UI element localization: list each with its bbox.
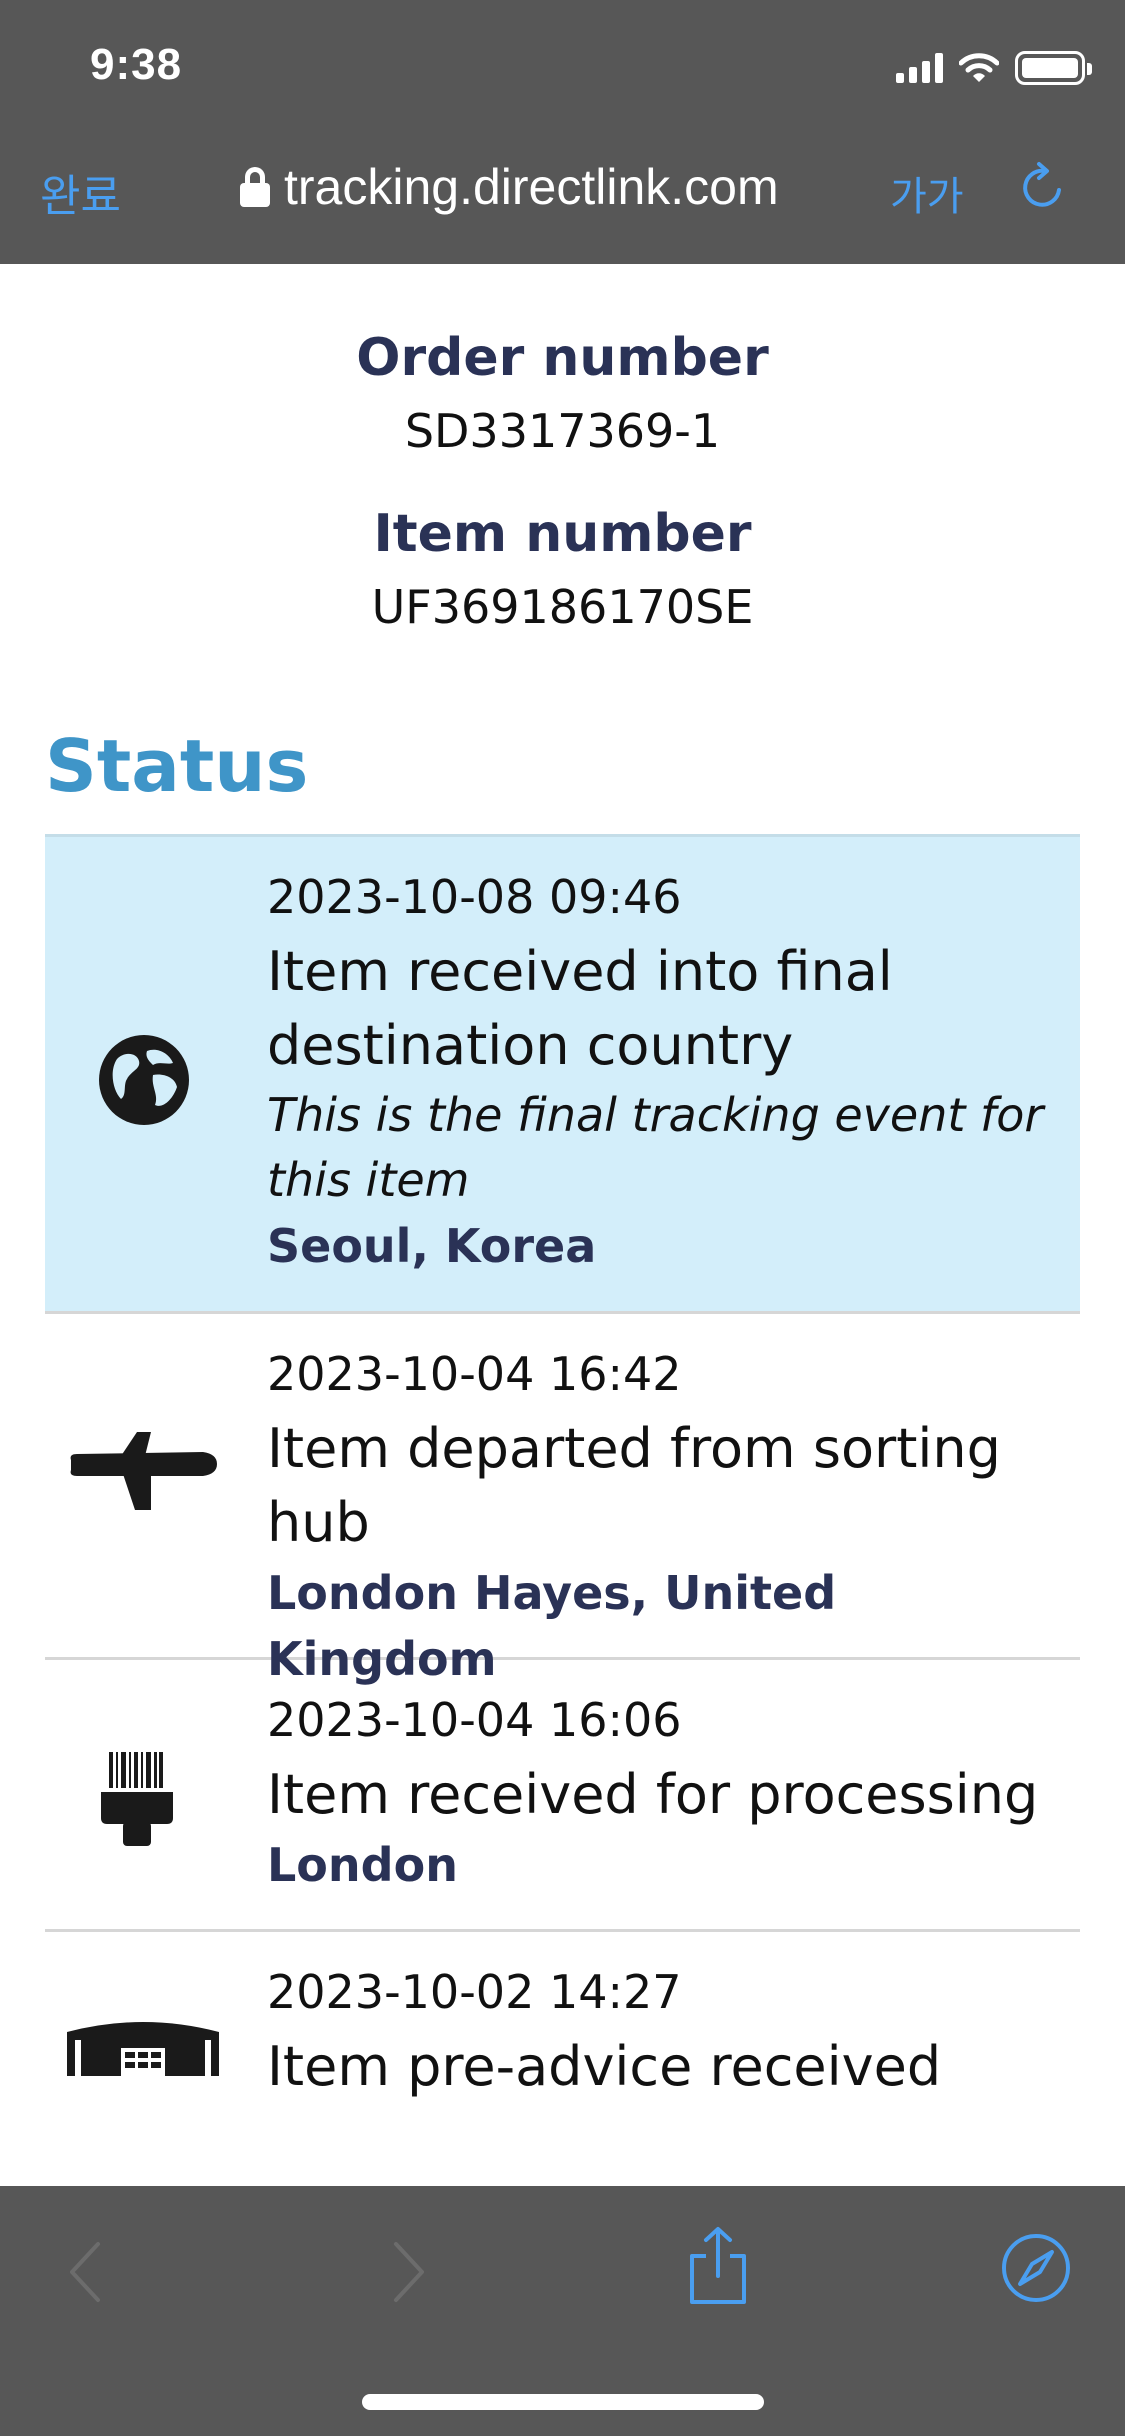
event-date: 2023-10-04 16:06 bbox=[267, 1693, 682, 1747]
barcode-scanner-icon bbox=[101, 1752, 173, 1846]
reload-icon[interactable] bbox=[1015, 160, 1071, 216]
tracking-event: 2023-10-08 09:46 Item received into fina… bbox=[45, 834, 1080, 1314]
share-icon[interactable] bbox=[686, 2226, 750, 2306]
tracking-event: 2023-10-04 16:42 Item departed from sort… bbox=[45, 1314, 1080, 1686]
tracking-event: 2023-10-02 14:27 Item pre-advice receive… bbox=[45, 1932, 1080, 2112]
battery-icon bbox=[1015, 51, 1092, 85]
event-note: This is the final tracking event for thi… bbox=[267, 1088, 1044, 1207]
status-time: 9:38 bbox=[90, 40, 183, 89]
forward-icon[interactable] bbox=[386, 2240, 430, 2304]
home-indicator bbox=[362, 2394, 764, 2410]
event-date: 2023-10-02 14:27 bbox=[267, 1965, 682, 2019]
tracking-event: 2023-10-04 16:06 Item received for proce… bbox=[45, 1660, 1080, 1932]
event-date: 2023-10-08 09:46 bbox=[267, 870, 682, 924]
airplane-icon bbox=[70, 1432, 217, 1510]
done-button[interactable]: 완료 bbox=[40, 160, 121, 224]
event-description: Item departed from sorting hub bbox=[267, 1417, 1001, 1554]
wifi-icon bbox=[959, 53, 999, 82]
status-heading: Status bbox=[45, 724, 309, 808]
order-number-label: Order number bbox=[356, 328, 769, 388]
event-date: 2023-10-04 16:42 bbox=[267, 1347, 682, 1401]
status-icons bbox=[896, 46, 1092, 90]
lock-icon bbox=[240, 167, 270, 207]
order-number-value: SD3317369-1 bbox=[404, 404, 721, 458]
text-size-button[interactable]: 가가 bbox=[890, 164, 964, 222]
globe-icon bbox=[99, 1035, 189, 1125]
back-icon[interactable] bbox=[64, 2240, 108, 2304]
item-number-label: Item number bbox=[373, 504, 752, 564]
event-description: Item received into final destination cou… bbox=[267, 940, 893, 1077]
event-location: Seoul, Korea bbox=[267, 1219, 597, 1273]
warehouse-icon bbox=[67, 2022, 219, 2076]
browser-top-chrome: 9:38 완료 tracking.directlink.com 가가 bbox=[0, 0, 1125, 264]
event-location: London bbox=[267, 1838, 458, 1892]
event-description: Item received for processing bbox=[267, 1763, 1039, 1826]
event-description: Item pre-advice received bbox=[267, 2035, 942, 2098]
url-text: tracking.directlink.com bbox=[284, 159, 779, 215]
address-bar[interactable]: tracking.directlink.com bbox=[240, 158, 779, 216]
cellular-signal-icon bbox=[896, 53, 943, 83]
compass-icon[interactable] bbox=[1000, 2232, 1072, 2304]
item-number-value: UF369186170SE bbox=[371, 580, 754, 634]
